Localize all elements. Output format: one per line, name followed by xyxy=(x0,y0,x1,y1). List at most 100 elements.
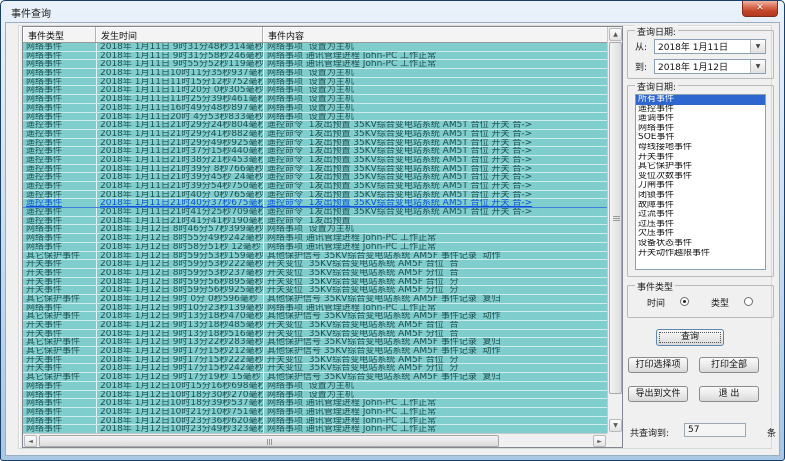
chevron-down-icon[interactable]: ▼ xyxy=(750,40,765,53)
table-row[interactable]: 网络事件2018年 1月12日10时23分36秒620毫秒网络事项 通讯管理进程… xyxy=(23,417,607,426)
from-label: 从: xyxy=(635,40,654,53)
cell-time: 2018年 1月12日 9时10分23秒139毫秒 xyxy=(96,304,263,312)
cell-type: 网络事件 xyxy=(23,408,96,416)
table-row[interactable]: 开关事件2018年 1月12日 9时13分18秒485毫秒开关变位 35KV综合… xyxy=(23,321,607,330)
table-row[interactable]: 网络事件2018年 1月12日10时23分49秒323毫秒网络事项 通讯管理进程… xyxy=(23,425,607,433)
event-filter-item[interactable]: 所有事件 xyxy=(636,95,765,105)
table-row[interactable]: 网络事件2018年 1月12日 9时10分23秒139毫秒网络事项 通讯管理进程… xyxy=(23,304,607,313)
cell-type: 遥控事件 xyxy=(23,139,96,147)
table-row[interactable]: 遥控事件2018年 1月11日21时29分49秒925毫秒遥控命令 1发出预置 … xyxy=(23,139,607,148)
table-row[interactable]: 网络事件2018年 1月11日 9时55分52秒119毫秒网络事项 通讯管理进程… xyxy=(23,60,607,69)
event-filter-item[interactable]: 开关事件 xyxy=(636,153,765,163)
event-filter-item[interactable]: 刀闸事件 xyxy=(636,181,765,191)
cell-content: 网络事项 设置为主机 xyxy=(263,78,607,86)
event-filter-item[interactable]: 开关动作越限事件 xyxy=(636,249,765,259)
table-row[interactable]: 网络事件2018年 1月11日 9时31分48秒314毫秒网络事项 设置为主机 xyxy=(23,43,607,52)
table-row[interactable]: 网络事件2018年 1月12日10时15分16秒698毫秒网络事项 设置为主机 xyxy=(23,382,607,391)
event-filter-item[interactable]: 遥调事件 xyxy=(636,114,765,124)
table-row[interactable]: 遥控事件2018年 1月11日21时37分15秒440毫秒遥控命令 1发出预置 … xyxy=(23,147,607,156)
vertical-scrollbar[interactable]: ▲ ▼ xyxy=(607,27,622,433)
table-row[interactable]: 遥控事件2018年 1月11日21时29分24秒804毫秒遥控命令 1发出预置 … xyxy=(23,121,607,130)
cell-time: 2018年 1月12日 9时17分15秒222毫秒 xyxy=(96,356,263,364)
to-date-combobox[interactable]: 2018年 1月12日 ▼ xyxy=(654,59,766,74)
table-row[interactable]: 网络事件2018年 1月11日10时11分35秒937毫秒网络事项 设置为主机 xyxy=(23,69,607,78)
scroll-up-icon[interactable]: ▲ xyxy=(609,28,622,41)
table-row[interactable]: 开关事件2018年 1月12日 9时17分15秒222毫秒开关变位 35KV综合… xyxy=(23,356,607,365)
table-row[interactable]: 遥控事件2018年 1月11日21时41分41秒190毫秒遥控命令 1发出预置 xyxy=(23,217,607,226)
table-row[interactable]: 遥控事件2018年 1月11日21时39分 8秒766毫秒遥控命令 1发出预置 … xyxy=(23,165,607,174)
event-filter-item[interactable]: 设备状态事件 xyxy=(636,239,765,249)
table-row[interactable]: 开关事件2018年 1月12日 8时59分53秒237毫秒开关变位 35KV综合… xyxy=(23,269,607,278)
table-row[interactable]: 遥控事件2018年 1月11日21时39分54秒750毫秒遥控命令 1发出预置 … xyxy=(23,182,607,191)
table-row[interactable]: 网络事件2018年 1月12日10时21分10秒751毫秒网络事项 通讯管理进程… xyxy=(23,408,607,417)
from-date-combobox[interactable]: 2018年 1月11日 ▼ xyxy=(654,39,766,54)
table-row[interactable]: 网络事件2018年 1月11日11时15分12秒752毫秒网络事项 设置为主机 xyxy=(23,78,607,87)
table-row[interactable]: 网络事件2018年 1月12日 8时55分49秒242毫秒网络事项 通讯管理进程… xyxy=(23,234,607,243)
table-row[interactable]: 网络事件2018年 1月12日10时18分30秒270毫秒网络事项 设置为主机 xyxy=(23,391,607,400)
event-filter-item[interactable]: SOE事件 xyxy=(636,133,765,143)
event-filter-item[interactable]: 其它保护事件 xyxy=(636,162,765,172)
table-row[interactable]: 网络事件2018年 1月11日20时 4分53秒833毫秒网络事项 设置为主机 xyxy=(23,113,607,122)
horizontal-scroll-thumb[interactable] xyxy=(39,435,499,447)
cell-type: 网络事件 xyxy=(23,391,96,399)
scroll-down-icon[interactable]: ▼ xyxy=(609,419,622,432)
close-button[interactable]: ✕ xyxy=(742,1,778,17)
table-row[interactable]: 遥控事件2018年 1月11日21时40分 0秒765毫秒遥控命令 1发出预置 … xyxy=(23,191,607,200)
query-button[interactable]: 查询 xyxy=(656,329,724,346)
event-filter-listbox[interactable]: 所有事件遥控事件遥调事件网络事件SOE事件母线接地事件开关事件其它保护事件变位次… xyxy=(635,94,766,270)
event-filter-item[interactable]: 闭锁事件 xyxy=(636,191,765,201)
radio-type[interactable] xyxy=(744,297,753,306)
event-filter-item[interactable]: 欠压事件 xyxy=(636,229,765,239)
event-filter-item[interactable]: 过流事件 xyxy=(636,210,765,220)
table-row[interactable]: 开关事件2018年 1月12日 8时59分56秒925毫秒开关变位 35KV综合… xyxy=(23,286,607,295)
cell-time: 2018年 1月11日10时11分35秒937毫秒 xyxy=(96,69,263,77)
table-row[interactable]: 开关事件2018年 1月12日 9时13分18秒516毫秒开关变位 35KV综合… xyxy=(23,330,607,339)
table-row[interactable]: 遥控事件2018年 1月11日21时40分37秒675毫秒遥控命令 1发出预置 … xyxy=(23,199,607,208)
event-filter-item[interactable]: 故障事件 xyxy=(636,201,765,211)
table-row[interactable]: 其它保护事件2018年 1月12日 9时17分19秒 15毫秒其他保护信号 35… xyxy=(23,373,607,382)
event-filter-item[interactable]: 遥控事件 xyxy=(636,105,765,115)
event-filter-item[interactable]: 过压事件 xyxy=(636,220,765,230)
table-row[interactable]: 其它保护事件2018年 1月12日 8时59分53秒159毫秒其他保护信号 35… xyxy=(23,252,607,261)
table-row[interactable]: 其它保护事件2018年 1月12日 9时 0分 0秒596毫秒其他保护信号 35… xyxy=(23,295,607,304)
table-row[interactable]: 网络事件2018年 1月12日 8时58分51秒 12毫秒网络事项 通讯管理进程… xyxy=(23,243,607,252)
cell-time: 2018年 1月12日10时23分49秒323毫秒 xyxy=(96,425,263,433)
event-filter-item[interactable]: 变位次数事件 xyxy=(636,172,765,182)
table-row[interactable]: 其它保护事件2018年 1月12日 9时17分15秒212毫秒其他保护信号 35… xyxy=(23,347,607,356)
column-header-time[interactable]: 发生时间 xyxy=(96,27,263,42)
export-to-file-button[interactable]: 导出到文件 xyxy=(628,386,688,402)
titlebar[interactable]: 事件查询 ✕ xyxy=(1,1,784,22)
scroll-left-icon[interactable]: ◄ xyxy=(24,435,37,447)
event-filter-item[interactable]: 母线接地事件 xyxy=(636,143,765,153)
table-row[interactable]: 网络事件2018年 1月12日 8时46分57秒399毫秒网络事项 设置为主机 xyxy=(23,225,607,234)
print-selected-button[interactable]: 打印选择项 xyxy=(628,357,688,373)
table-row[interactable]: 开关事件2018年 1月12日 8时59分53秒222毫秒开关变位 35KV综合… xyxy=(23,260,607,269)
print-all-button[interactable]: 打印全部 xyxy=(699,357,759,373)
table-row[interactable]: 网络事件2018年 1月11日11时20分 0秒305毫秒网络事项 设置为主机 xyxy=(23,86,607,95)
thumb-grip xyxy=(269,439,270,445)
event-filter-item[interactable]: 网络事件 xyxy=(636,124,765,134)
table-row[interactable]: 其它保护事件2018年 1月12日 9时13分22秒283毫秒其他保护信号 35… xyxy=(23,338,607,347)
exit-button[interactable]: 退 出 xyxy=(699,386,759,402)
to-label: 到: xyxy=(635,60,654,73)
table-row[interactable]: 开关事件2018年 1月12日 9时17分15秒242毫秒开关变位 35KV综合… xyxy=(23,364,607,373)
table-row[interactable]: 网络事件2018年 1月11日 9时31分58秒246毫秒网络事项 通讯管理进程… xyxy=(23,52,607,61)
radio-time[interactable] xyxy=(680,297,689,306)
vertical-scroll-thumb[interactable] xyxy=(609,42,622,394)
table-row[interactable]: 遥控事件2018年 1月11日21时38分21秒453毫秒遥控命令 1发出预置 … xyxy=(23,156,607,165)
column-header-content[interactable]: 事件内容 xyxy=(263,27,622,42)
table-row[interactable]: 开关事件2018年 1月12日 8时59分56秒895毫秒开关变位 35KV综合… xyxy=(23,278,607,287)
table-row[interactable]: 网络事件2018年 1月11日11时25分39秒461毫秒网络事项 设置为主机 xyxy=(23,95,607,104)
table-row[interactable]: 遥控事件2018年 1月11日21时41分25秒709毫秒遥控命令 1发出预置 … xyxy=(23,208,607,217)
table-row[interactable]: 遥控事件2018年 1月11日21时39分45秒 24毫秒遥控命令 1发出预置 … xyxy=(23,173,607,182)
result-count-field[interactable]: 57 xyxy=(684,423,746,437)
table-row[interactable]: 网络事件2018年 1月11日16时49分48秒897毫秒网络事项 设置为主机 xyxy=(23,104,607,113)
scroll-right-icon[interactable]: ► xyxy=(593,435,606,447)
table-row[interactable]: 网络事件2018年 1月12日10时18分39秒537毫秒网络事项 通讯管理进程… xyxy=(23,399,607,408)
table-row[interactable]: 其它保护事件2018年 1月12日 9时13分18秒470毫秒其他保护信号 35… xyxy=(23,312,607,321)
horizontal-scrollbar[interactable]: ◄ ► xyxy=(23,433,607,447)
chevron-down-icon[interactable]: ▼ xyxy=(750,60,765,73)
table-row[interactable]: 遥控事件2018年 1月11日21时29分41秒882毫秒遥控命令 1发出预置 … xyxy=(23,130,607,139)
column-header-type[interactable]: 事件类型 xyxy=(23,27,96,42)
event-table-body[interactable]: 网络事件2018年 1月11日 9时31分48秒314毫秒网络事项 设置为主机网… xyxy=(23,43,607,433)
